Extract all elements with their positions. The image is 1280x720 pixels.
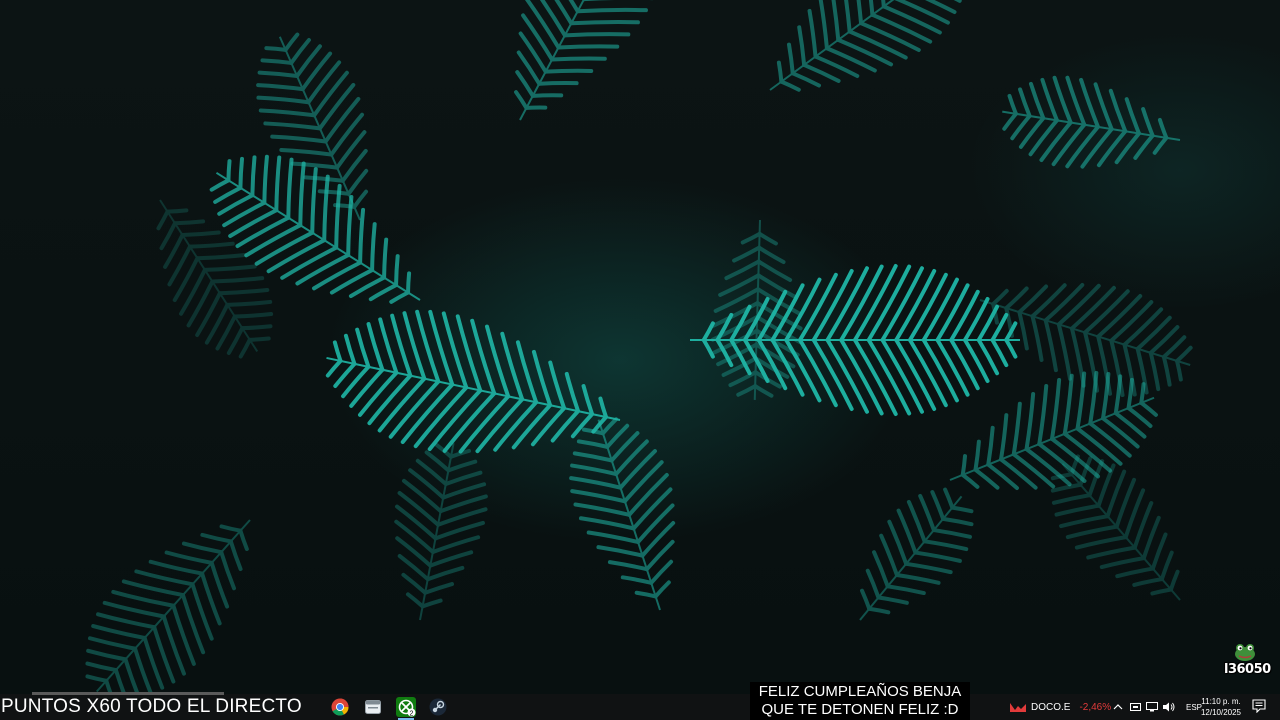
stock-widget[interactable]: DOCO.E -2,46% [1010, 694, 1111, 720]
system-tray: ESP [1112, 694, 1202, 720]
usb-icon[interactable] [1129, 701, 1141, 713]
ticker-progress [32, 692, 224, 695]
clock[interactable]: 11:10 p. m. 12/10/2025 [1198, 696, 1244, 718]
taskbar-chrome[interactable] [330, 697, 350, 717]
xbox-badge: 2 [410, 710, 414, 717]
stock-down-icon [1010, 703, 1026, 712]
frog-widget[interactable]: l36050 [1224, 643, 1271, 683]
fern-wallpaper-image [85, 0, 1193, 694]
desktop-wallpaper [0, 0, 1280, 694]
chrome-icon [331, 698, 349, 716]
birthday-overlay: FELIZ CUMPLEAÑOS BENJA QUE TE DETONEN FE… [750, 682, 970, 720]
volume-icon[interactable] [1163, 701, 1175, 713]
chevron-up-icon[interactable] [1112, 701, 1124, 713]
taskbar-steam[interactable] [428, 697, 448, 717]
xbox-icon: 2 [396, 697, 416, 717]
notification-icon[interactable] [1252, 699, 1266, 713]
clock-time: 11:10 p. m. [1201, 697, 1241, 706]
taskbar-xbox[interactable]: 2 [396, 697, 416, 720]
steam-icon [429, 698, 447, 716]
clock-date: 12/10/2025 [1200, 708, 1242, 717]
widget-label: l36050 [1224, 662, 1271, 677]
taskbar-app[interactable] [363, 697, 383, 717]
network-icon[interactable] [1146, 701, 1158, 713]
stock-change: -2,46% [1079, 701, 1112, 713]
frog-avatar-icon [1235, 644, 1255, 661]
ticker-text: PUNTOS X60 TODO EL DIRECTO [1, 696, 302, 717]
stock-symbol: DOCO.E [1031, 701, 1071, 713]
birthday-line-2: QUE TE DETONEN FELIZ :D [761, 701, 959, 718]
birthday-line-1: FELIZ CUMPLEAÑOS BENJA [758, 683, 962, 700]
app-window-icon [365, 700, 381, 714]
